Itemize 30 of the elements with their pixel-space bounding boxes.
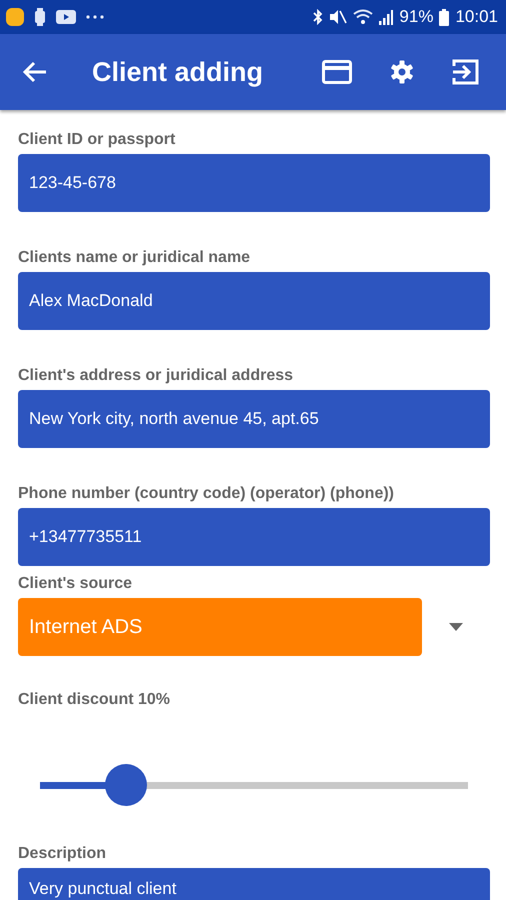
field-label: Clients name or juridical name [18,248,252,268]
bluetooth-icon [313,9,324,25]
credit-card-icon [322,60,352,84]
mute-icon [329,9,348,25]
field-label: Client's address or juridical address [18,366,294,386]
enter-icon [452,58,480,86]
watch-icon [34,8,46,26]
input-field[interactable]: New York city, north avenue 45, apt.65 [18,390,490,448]
back-arrow-icon [22,60,48,84]
battery-percent: 91% [399,7,434,27]
slider-thumb[interactable] [104,764,147,806]
field-label: Client's source [18,574,134,594]
more-icon [86,15,104,19]
video-icon [56,10,76,24]
field-label: Description [18,844,108,864]
field-label: Phone number (country code) (operator) (phone)) [18,484,395,504]
screen-title: Client adding [91,56,264,88]
signal-icon [379,9,394,25]
field-label: Client discount 10% [18,690,172,710]
input-field[interactable]: Very punctual client [18,868,490,900]
app-notification-icon [6,8,24,26]
input-field[interactable]: 123-45-678 [18,154,490,212]
wifi-icon [353,9,374,25]
dropdown-caret-icon[interactable] [449,623,463,631]
input-field[interactable]: Alex MacDonald [18,272,490,330]
settings-icon [390,60,414,84]
clock-time: 10:01 [455,7,498,27]
battery-icon [439,8,450,26]
field-label: Client ID or passport [18,130,176,150]
input-field[interactable]: +13477735511 [18,508,490,566]
